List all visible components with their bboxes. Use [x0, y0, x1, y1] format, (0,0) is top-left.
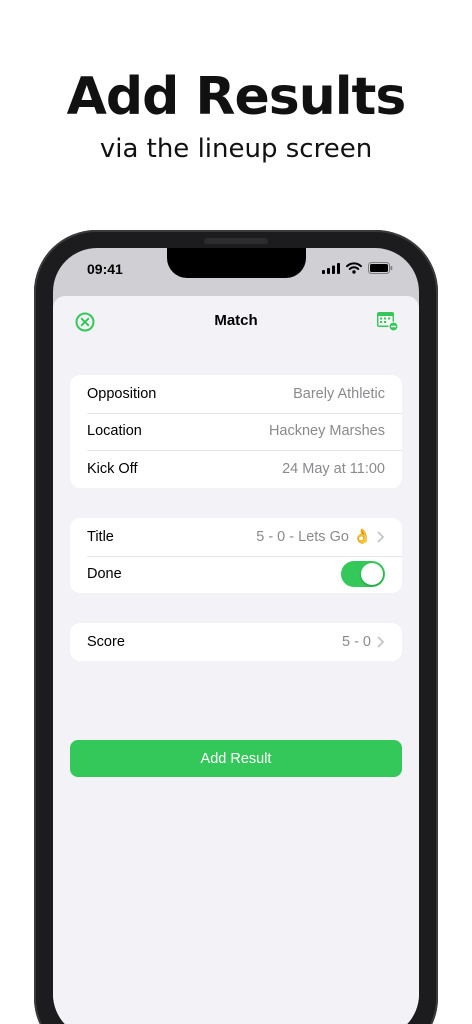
done-toggle[interactable]: [341, 561, 385, 588]
toggle-knob: [361, 563, 383, 586]
done-row: Done: [70, 555, 402, 594]
match-sheet: Match Opposition Barely Athletic Locatio…: [53, 296, 419, 1024]
kick-off-label: Kick Off: [87, 460, 138, 477]
score-label: Score: [87, 633, 125, 650]
opposition-row[interactable]: Opposition Barely Athletic: [70, 375, 402, 413]
battery-icon: [368, 262, 393, 274]
done-label: Done: [87, 566, 122, 583]
title-value-wrap: 5 - 0 - Lets Go 👌: [256, 528, 385, 545]
location-value: Hackney Marshes: [268, 423, 385, 440]
match-details-group: Opposition Barely Athletic Location Hack…: [70, 375, 402, 488]
wifi-icon: [346, 262, 362, 274]
signal-icon: [322, 262, 340, 274]
kick-off-value: 24 May at 11:00: [282, 460, 385, 477]
phone-notch: [167, 248, 306, 278]
score-value: 5 - 0: [341, 633, 371, 650]
chevron-right-icon: [377, 531, 384, 543]
title-row[interactable]: Title 5 - 0 - Lets Go 👌: [70, 518, 402, 556]
add-result-button[interactable]: Add Result: [70, 740, 402, 777]
status-time: 09:41: [87, 261, 123, 277]
promo-screen: Add Results via the lineup screen 09:41: [0, 0, 472, 1024]
phone-speaker: [204, 238, 268, 244]
title-value: 5 - 0 - Lets Go 👌: [256, 529, 371, 546]
promo-headline: Add Results: [66, 67, 407, 127]
opposition-value: Barely Athletic: [293, 385, 385, 402]
location-row[interactable]: Location Hackney Marshes: [70, 412, 402, 451]
calendar-remove-icon[interactable]: [375, 309, 399, 333]
location-label: Location: [87, 423, 142, 440]
chevron-right-icon: [377, 636, 384, 648]
score-group: Score 5 - 0: [70, 623, 402, 661]
result-group: Title 5 - 0 - Lets Go 👌 Done: [70, 518, 402, 593]
kick-off-row[interactable]: Kick Off 24 May at 11:00: [70, 450, 402, 488]
phone-screen: 09:41 Match Opposition Barely Athletic L…: [53, 248, 419, 1024]
score-value-wrap: 5 - 0: [342, 634, 385, 650]
nav-title: Match: [214, 312, 258, 329]
status-icons: [322, 262, 393, 274]
promo-subline: via the lineup screen: [99, 134, 373, 164]
score-row[interactable]: Score 5 - 0: [70, 623, 402, 661]
title-label: Title: [87, 528, 114, 545]
opposition-label: Opposition: [87, 385, 157, 402]
